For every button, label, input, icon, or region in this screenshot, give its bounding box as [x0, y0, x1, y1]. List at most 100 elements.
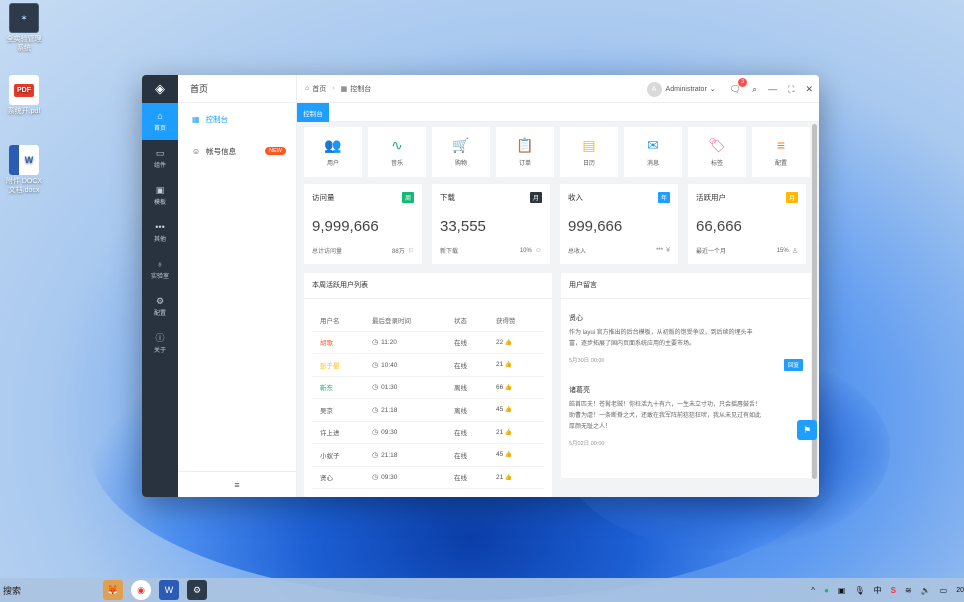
- users-icon: 👥: [324, 137, 342, 153]
- user-name[interactable]: 彭于晏: [312, 360, 364, 370]
- user-status: 在线: [454, 430, 467, 438]
- scrollbar[interactable]: [810, 122, 819, 497]
- desktop-icon-pdf[interactable]: PDF 系统开.pdf: [2, 75, 46, 116]
- period-badge: 年: [657, 192, 670, 203]
- template-icon: ▣: [155, 185, 165, 195]
- stat-footer-value-wrap: 88万 ⚐: [392, 246, 414, 256]
- wifi-icon[interactable]: ≋: [905, 586, 912, 595]
- thumbs-up-icon[interactable]: 👍: [503, 407, 512, 413]
- last-login-cell: ◷ 10:40: [364, 361, 448, 369]
- thumbs-up-icon[interactable]: 👍: [503, 385, 512, 391]
- quick-link-label: 音乐: [390, 161, 403, 167]
- app-taskbar-icon[interactable]: ⚙: [187, 580, 207, 600]
- table-row: 彭于晏 ◷ 10:40 在线 21 👍: [312, 354, 544, 377]
- sidebar-item-console[interactable]: ▦ 控制台: [178, 103, 296, 135]
- stat-value: 33,555: [440, 218, 486, 235]
- thumbs-up-icon[interactable]: 👍: [503, 340, 512, 346]
- last-login-cell: ◷ 21:18: [364, 451, 448, 459]
- grid-icon: ▦: [192, 114, 200, 124]
- ime-icon[interactable]: 中: [874, 585, 882, 596]
- quick-link[interactable]: 📋 订单: [496, 127, 554, 177]
- volume-icon[interactable]: 🔊: [921, 586, 931, 595]
- sidebar-item-account[interactable]: ☺ 帐号信息 NEW: [178, 135, 296, 167]
- close-icon[interactable]: ✕: [805, 84, 813, 95]
- mic-icon[interactable]: 🎙: [854, 586, 864, 595]
- quick-link[interactable]: ✉ 消息: [624, 127, 682, 177]
- tab-console[interactable]: 控制台: [297, 103, 329, 122]
- word-icon[interactable]: W: [159, 580, 179, 600]
- quick-link-label: 用户: [326, 161, 339, 167]
- desktop-icon-docx[interactable]: W 附件 DOCX 文档.docx: [2, 145, 46, 195]
- notification-icon[interactable]: 🗨 3: [730, 77, 748, 95]
- minimize-icon[interactable]: —: [768, 84, 777, 94]
- quick-link[interactable]: ▤ 日历: [560, 127, 618, 177]
- quick-link-label: 日历: [582, 161, 595, 167]
- dashboard-content: 👥 用户 ∿ 音乐 🛒 购物 📋 订单 ▤ 日历 ✉ 消息 🏷 标签 ≡ 配置 访问量 周 9,999,666 总计…: [297, 122, 811, 497]
- user-name[interactable]: 小蚁子: [312, 450, 364, 460]
- rail-label: 实验室: [150, 274, 169, 280]
- word-icon: W: [9, 145, 39, 175]
- message-item: 诸葛亮 皓首匹夫！苍髯老贼！你枉活九十有六，一生未立寸功，只会摇唇鼓舌！ 助曹为…: [569, 385, 803, 447]
- rail-item[interactable]: ⚙ 配置: [142, 288, 178, 325]
- rail-item[interactable]: ⌂ 首页: [142, 103, 178, 140]
- rail-item[interactable]: ▭ 组件: [142, 140, 178, 177]
- maximize-icon[interactable]: ⛶: [788, 84, 794, 95]
- quick-link[interactable]: 👥 用户: [304, 127, 362, 177]
- breadcrumb-home[interactable]: 首页: [312, 84, 326, 94]
- stat-value: 66,666: [696, 218, 742, 235]
- user-name[interactable]: 许上进: [312, 427, 364, 437]
- thumbs-up-icon[interactable]: 👍: [503, 452, 512, 458]
- floating-action-button[interactable]: ⚑: [797, 420, 817, 440]
- rail-item[interactable]: ♁ 实验室: [142, 251, 178, 288]
- message-time: 5月02日 00:00: [569, 441, 605, 447]
- screen-icon[interactable]: ▣: [838, 586, 846, 595]
- user-name[interactable]: 靳东: [312, 382, 364, 392]
- stat-footer-label: 总收入: [568, 249, 587, 255]
- quick-link[interactable]: ∿ 音乐: [368, 127, 426, 177]
- rail-item[interactable]: ▣ 模板: [142, 177, 178, 214]
- home-icon: ⌂: [305, 85, 310, 92]
- col-last-login: 最后登录时间: [372, 317, 411, 325]
- thumbs-up-icon[interactable]: 👍: [503, 362, 512, 368]
- search-icon[interactable]: ⌕: [752, 84, 757, 95]
- rail-item[interactable]: ••• 其他: [142, 214, 178, 251]
- wechat-icon[interactable]: ●: [824, 586, 829, 595]
- user-status: 在线: [454, 362, 467, 370]
- thumbs-up-icon[interactable]: 👍: [503, 430, 512, 436]
- reply-button[interactable]: 回复: [783, 359, 803, 371]
- likes-cell: 21 👍: [490, 429, 544, 436]
- sliders-icon: ≡: [776, 137, 786, 153]
- user-name[interactable]: 贤心: [312, 472, 364, 482]
- logo-icon: ◈: [155, 81, 165, 96]
- desktop-icon-app[interactable]: ✶ 全实验管理 系统: [2, 3, 46, 53]
- quick-link-label: 标签: [710, 161, 723, 167]
- browser-icon[interactable]: ◉: [131, 580, 151, 600]
- chevron-down-icon[interactable]: ⌄: [710, 85, 716, 93]
- user-name[interactable]: 吴京: [312, 405, 364, 415]
- clock-icon: ◷: [372, 474, 379, 482]
- quick-link[interactable]: 🛒 购物: [432, 127, 490, 177]
- thumbs-up-icon[interactable]: 👍: [503, 475, 512, 481]
- username[interactable]: Administrator: [666, 86, 707, 93]
- user-name[interactable]: 胡歌: [312, 337, 364, 347]
- sogou-icon[interactable]: S: [891, 586, 896, 595]
- clock[interactable]: 20: [956, 587, 964, 594]
- users-table: 用户名 最后登录时间 状态 获得赞 胡歌 ◷ 11:20 在线 22 👍 彭于晏 ◷ 10:4…: [312, 309, 544, 489]
- fox-app-icon[interactable]: 🦊: [103, 580, 123, 600]
- desktop-icon-label-2: 系统: [17, 45, 31, 52]
- avatar[interactable]: A: [646, 81, 662, 97]
- stat-footer-value: 88万: [392, 249, 405, 255]
- last-login-time: 09:30: [381, 474, 398, 482]
- battery-icon[interactable]: ▭: [940, 586, 948, 595]
- col-username: 用户名: [320, 317, 340, 325]
- sidebar-title: 首页: [178, 75, 296, 103]
- message-line: 富，逐步拓展了国内页面系统应用的主要市场。: [569, 341, 696, 347]
- collapse-menu-button[interactable]: ≡: [178, 471, 296, 497]
- rail-item[interactable]: ⓘ 关于: [142, 325, 178, 362]
- sidebar: 首页 ▦ 控制台 ☺ 帐号信息 NEW ≡: [178, 75, 297, 497]
- period-badge: 月: [785, 192, 798, 203]
- menu-icon: ≡: [234, 479, 240, 490]
- tray-expand-icon[interactable]: ^: [811, 586, 815, 595]
- quick-link[interactable]: ≡ 配置: [752, 127, 810, 177]
- quick-link[interactable]: 🏷 标签: [688, 127, 746, 177]
